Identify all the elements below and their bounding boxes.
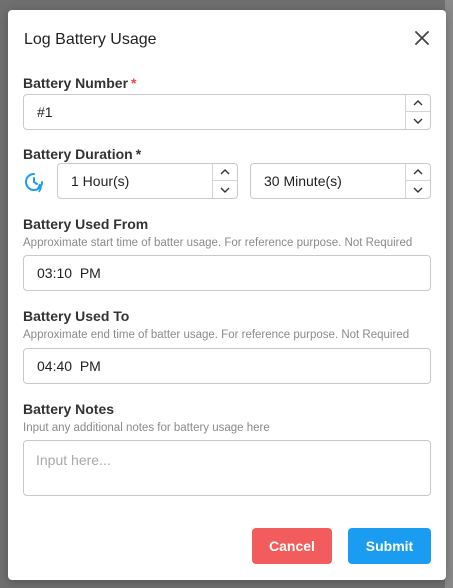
chevron-down-icon — [413, 118, 423, 124]
used-to-help: Approximate end time of batter usage. Fo… — [23, 329, 410, 341]
battery-number-spinner — [405, 95, 430, 129]
submit-button[interactable]: Submit — [348, 528, 431, 564]
battery-number-value: #1 — [37, 104, 53, 120]
used-from-label: Battery Used From — [23, 216, 149, 232]
duration-hours-value: 1 Hour(s) — [71, 173, 130, 189]
close-icon — [415, 31, 429, 45]
duration-minutes-increment[interactable] — [406, 164, 430, 181]
log-battery-usage-modal: Log Battery Usage Battery Number * #1 Bat… — [8, 10, 446, 580]
chevron-up-icon — [413, 100, 423, 106]
duration-minutes-spinner — [405, 164, 430, 198]
duration-hours-increment[interactable] — [213, 164, 237, 181]
duration-hours-spinner — [212, 164, 237, 198]
battery-number-input[interactable]: #1 — [23, 94, 431, 130]
battery-duration-label: Battery Duration * — [23, 146, 142, 162]
duration-minutes-value: 30 Minute(s) — [264, 173, 342, 189]
duration-hours-input[interactable]: 1 Hour(s) — [57, 163, 238, 199]
notes-placeholder: Input here... — [36, 452, 111, 468]
notes-label: Battery Notes — [23, 401, 115, 417]
required-mark: * — [131, 75, 137, 91]
duration-hours-decrement[interactable] — [213, 181, 237, 198]
chevron-down-icon — [220, 187, 230, 193]
cancel-button[interactable]: Cancel — [252, 528, 332, 564]
chevron-up-icon — [413, 169, 423, 175]
duration-minutes-decrement[interactable] — [406, 181, 430, 198]
used-to-label: Battery Used To — [23, 308, 130, 324]
used-from-time-input[interactable]: 03:10 PM — [23, 255, 431, 291]
duration-minutes-input[interactable]: 30 Minute(s) — [250, 163, 431, 199]
used-to-value: 04:40 PM — [37, 358, 101, 374]
used-to-time-input[interactable]: 04:40 PM — [23, 348, 431, 384]
modal-title: Log Battery Usage — [24, 31, 157, 48]
battery-number-decrement[interactable] — [406, 112, 430, 129]
required-mark: * — [135, 146, 142, 162]
battery-number-label: Battery Number * — [23, 75, 137, 91]
chevron-down-icon — [413, 187, 423, 193]
chevron-up-icon — [220, 169, 230, 175]
clock-icon — [25, 173, 43, 193]
notes-textarea[interactable]: Input here... — [23, 440, 431, 496]
close-button[interactable] — [412, 28, 432, 48]
used-from-help: Approximate start time of batter usage. … — [23, 237, 413, 249]
used-from-value: 03:10 PM — [37, 265, 101, 281]
background-page — [445, 0, 453, 588]
battery-number-increment[interactable] — [406, 95, 430, 112]
modal-header: Log Battery Usage — [8, 10, 446, 68]
notes-help: Input any additional notes for battery u… — [23, 422, 270, 434]
